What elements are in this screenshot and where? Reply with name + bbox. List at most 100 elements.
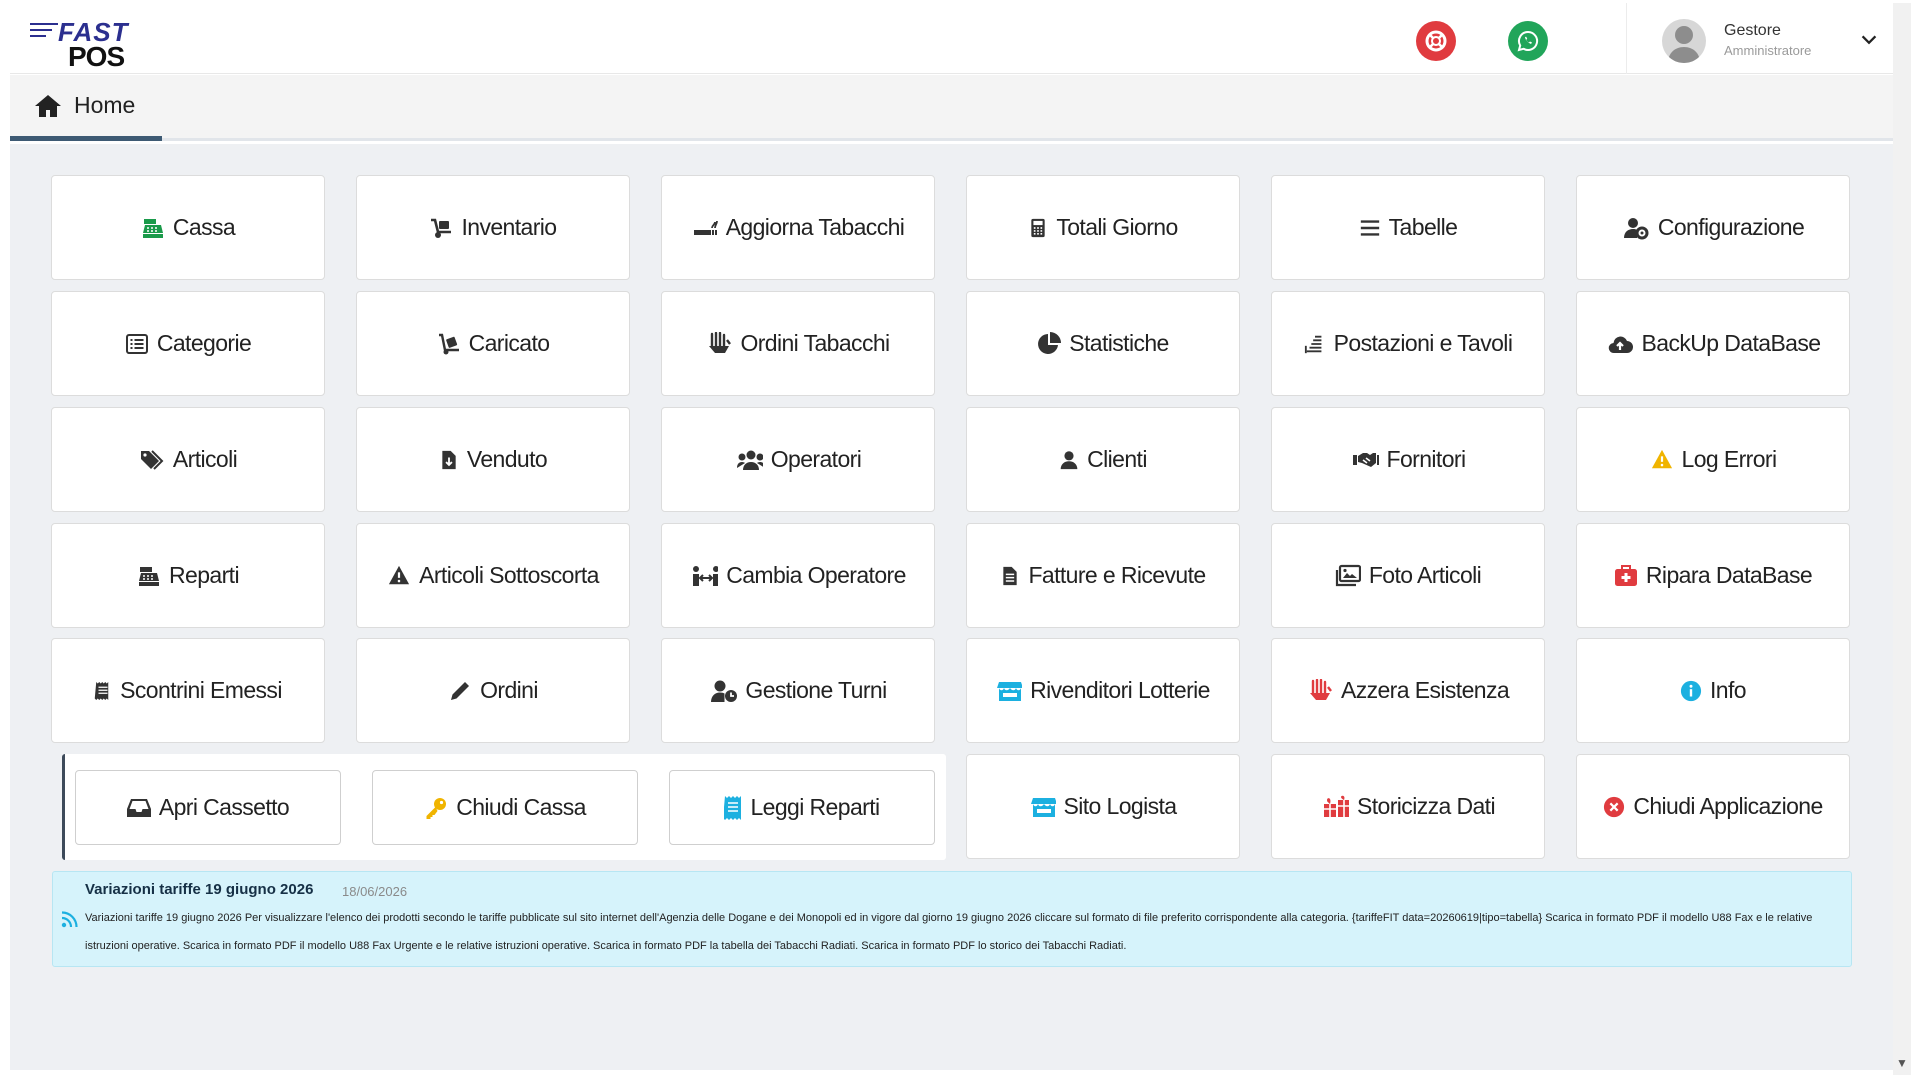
- tile-label: Gestione Turni: [745, 677, 887, 703]
- tile-label: Cassa: [172, 214, 236, 240]
- help-button[interactable]: [1416, 21, 1456, 61]
- receipt-icon: [94, 681, 109, 700]
- tile-operatori-button[interactable]: Operatori: [661, 407, 935, 512]
- calculator-icon: [1031, 218, 1045, 237]
- dolly-flatbed-icon: [438, 333, 459, 354]
- tile-fatture-e-ricevute-button[interactable]: Fatture e Ricevute: [966, 523, 1240, 628]
- cloud-upload-icon: [1608, 336, 1633, 353]
- tile-gestione-turni-button[interactable]: Gestione Turni: [661, 638, 935, 743]
- leggi-reparti-button[interactable]: Leggi Reparti: [669, 770, 935, 845]
- lifebuoy-icon: [1425, 30, 1447, 52]
- avatar[interactable]: [1662, 19, 1706, 63]
- tile-statistiche-button[interactable]: Statistiche: [966, 291, 1240, 396]
- tile-label: Postazioni e Tavoli: [1333, 330, 1513, 356]
- tile-rivenditori-lotterie-button[interactable]: Rivenditori Lotterie: [966, 638, 1240, 743]
- tile-label: Venduto: [466, 446, 548, 472]
- store-icon: [1030, 797, 1056, 817]
- fastpos-logo[interactable]: FAST POS: [30, 17, 140, 73]
- tile-label: Operatori: [770, 446, 862, 472]
- top-bar: FAST POS Gestore Amministratore: [10, 3, 1893, 74]
- user-separator: [1626, 3, 1627, 74]
- tile-clienti-button[interactable]: Clienti: [966, 407, 1240, 512]
- tile-postazioni-e-tavoli-button[interactable]: Postazioni e Tavoli: [1271, 291, 1545, 396]
- user-clock-icon: [711, 680, 738, 702]
- tile-categorie-button[interactable]: Categorie: [51, 291, 325, 396]
- whatsapp-button[interactable]: [1508, 21, 1548, 61]
- chevron-down-icon[interactable]: [1858, 29, 1880, 51]
- hand-holding-icon: [1309, 678, 1332, 700]
- tile-fornitori-button[interactable]: Fornitori: [1271, 407, 1545, 512]
- news-body: Variazioni tariffe 19 giugno 2026 Per vi…: [85, 912, 1813, 952]
- pencil-icon: [451, 681, 470, 700]
- gifts-icon: [1324, 795, 1349, 817]
- tile-caricato-button[interactable]: Caricato: [356, 291, 630, 396]
- tile-aggiorna-tabacchi-button[interactable]: Aggiorna Tabacchi: [661, 175, 935, 280]
- tile-ripara-database-button[interactable]: Ripara DataBase: [1576, 523, 1850, 628]
- tile-sito-logista-button[interactable]: Sito Logista: [966, 754, 1240, 859]
- inbox-icon: [126, 798, 151, 817]
- tile-configurazione-button[interactable]: Configurazione: [1576, 175, 1850, 280]
- tile-label: Caricato: [468, 330, 550, 356]
- tile-azzera-esistenza-button[interactable]: Azzera Esistenza: [1271, 638, 1545, 743]
- tile-label: Aggiorna Tabacchi: [725, 214, 905, 240]
- chart-pie-icon: [1038, 331, 1062, 354]
- news-title[interactable]: Variazioni tariffe 19 giugno 2026: [85, 881, 313, 898]
- tile-inventario-button[interactable]: Inventario: [356, 175, 630, 280]
- tile-chiudi-applicazione-button[interactable]: Chiudi Applicazione: [1576, 754, 1850, 859]
- tab-home[interactable]: Home: [10, 75, 162, 141]
- tile-label: Info: [1710, 677, 1747, 703]
- bars-icon: [1360, 219, 1379, 236]
- tile-articoli-sottoscorta-button[interactable]: Articoli Sottoscorta: [356, 523, 630, 628]
- tab-home-label: Home: [74, 92, 136, 118]
- tile-tabelle-button[interactable]: Tabelle: [1271, 175, 1545, 280]
- times-circle-icon: [1604, 796, 1625, 817]
- user-icon: [1060, 450, 1078, 469]
- rss-icon: [61, 911, 78, 928]
- tile-label: Fatture e Ricevute: [1028, 562, 1206, 588]
- apri-cassetto-label: Apri Cassetto: [158, 794, 290, 820]
- tile-label: Ordini: [480, 677, 538, 703]
- user-cog-icon: [1623, 217, 1649, 239]
- tile-ordini-button[interactable]: Ordini: [356, 638, 630, 743]
- tile-info-button[interactable]: Info: [1576, 638, 1850, 743]
- tile-label: Reparti: [169, 562, 240, 588]
- store-icon: [997, 681, 1023, 701]
- tab-bar: Home: [10, 75, 1893, 141]
- tile-foto-articoli-button[interactable]: Foto Articoli: [1271, 523, 1545, 628]
- stack-icon: [1304, 335, 1322, 353]
- chiudi-cassa-label: Chiudi Cassa: [456, 794, 586, 820]
- warning-icon: [1651, 449, 1672, 468]
- tile-venduto-button[interactable]: Venduto: [356, 407, 630, 512]
- chiudi-cassa-button[interactable]: Chiudi Cassa: [372, 770, 638, 845]
- tile-label: Tabelle: [1388, 214, 1458, 240]
- apri-cassetto-button[interactable]: Apri Cassetto: [75, 770, 341, 845]
- dolly-icon: [431, 218, 452, 238]
- scrollbar-thumb[interactable]: [1893, 3, 1911, 1075]
- people-arrows-icon: [693, 565, 719, 586]
- tile-articoli-button[interactable]: Articoli: [51, 407, 325, 512]
- tile-label: Log Errori: [1681, 446, 1778, 472]
- file-download-icon: [442, 450, 456, 469]
- tile-totali-giorno-button[interactable]: Totali Giorno: [966, 175, 1240, 280]
- leggi-reparti-label: Leggi Reparti: [750, 794, 880, 820]
- tile-log-errori-button[interactable]: Log Errori: [1576, 407, 1850, 512]
- tile-ordini-tabacchi-button[interactable]: Ordini Tabacchi: [661, 291, 935, 396]
- tile-label: Articoli: [172, 446, 238, 472]
- tile-cassa-button[interactable]: Cassa: [51, 175, 325, 280]
- tile-scontrini-emessi-button[interactable]: Scontrini Emessi: [51, 638, 325, 743]
- scroll-down-arrow[interactable]: ▼: [1896, 1056, 1908, 1070]
- user-name: Gestore: [1724, 22, 1781, 39]
- tile-label: Foto Articoli: [1368, 562, 1482, 588]
- user-avatar-icon: [1668, 26, 1700, 63]
- logo-speed-lines: [30, 23, 58, 41]
- smoking-icon: [693, 220, 718, 235]
- tile-storicizza-dati-button[interactable]: Storicizza Dati: [1271, 754, 1545, 859]
- file-invoice-icon: [1003, 566, 1018, 585]
- tile-label: Sito Logista: [1063, 793, 1178, 819]
- tile-backup-database-button[interactable]: BackUp DataBase: [1576, 291, 1850, 396]
- tile-label: Categorie: [156, 330, 252, 356]
- tile-reparti-button[interactable]: Reparti: [51, 523, 325, 628]
- tile-cambia-operatore-button[interactable]: Cambia Operatore: [661, 523, 935, 628]
- cash-register-icon: [139, 566, 160, 586]
- hand-holding-icon: [709, 331, 732, 353]
